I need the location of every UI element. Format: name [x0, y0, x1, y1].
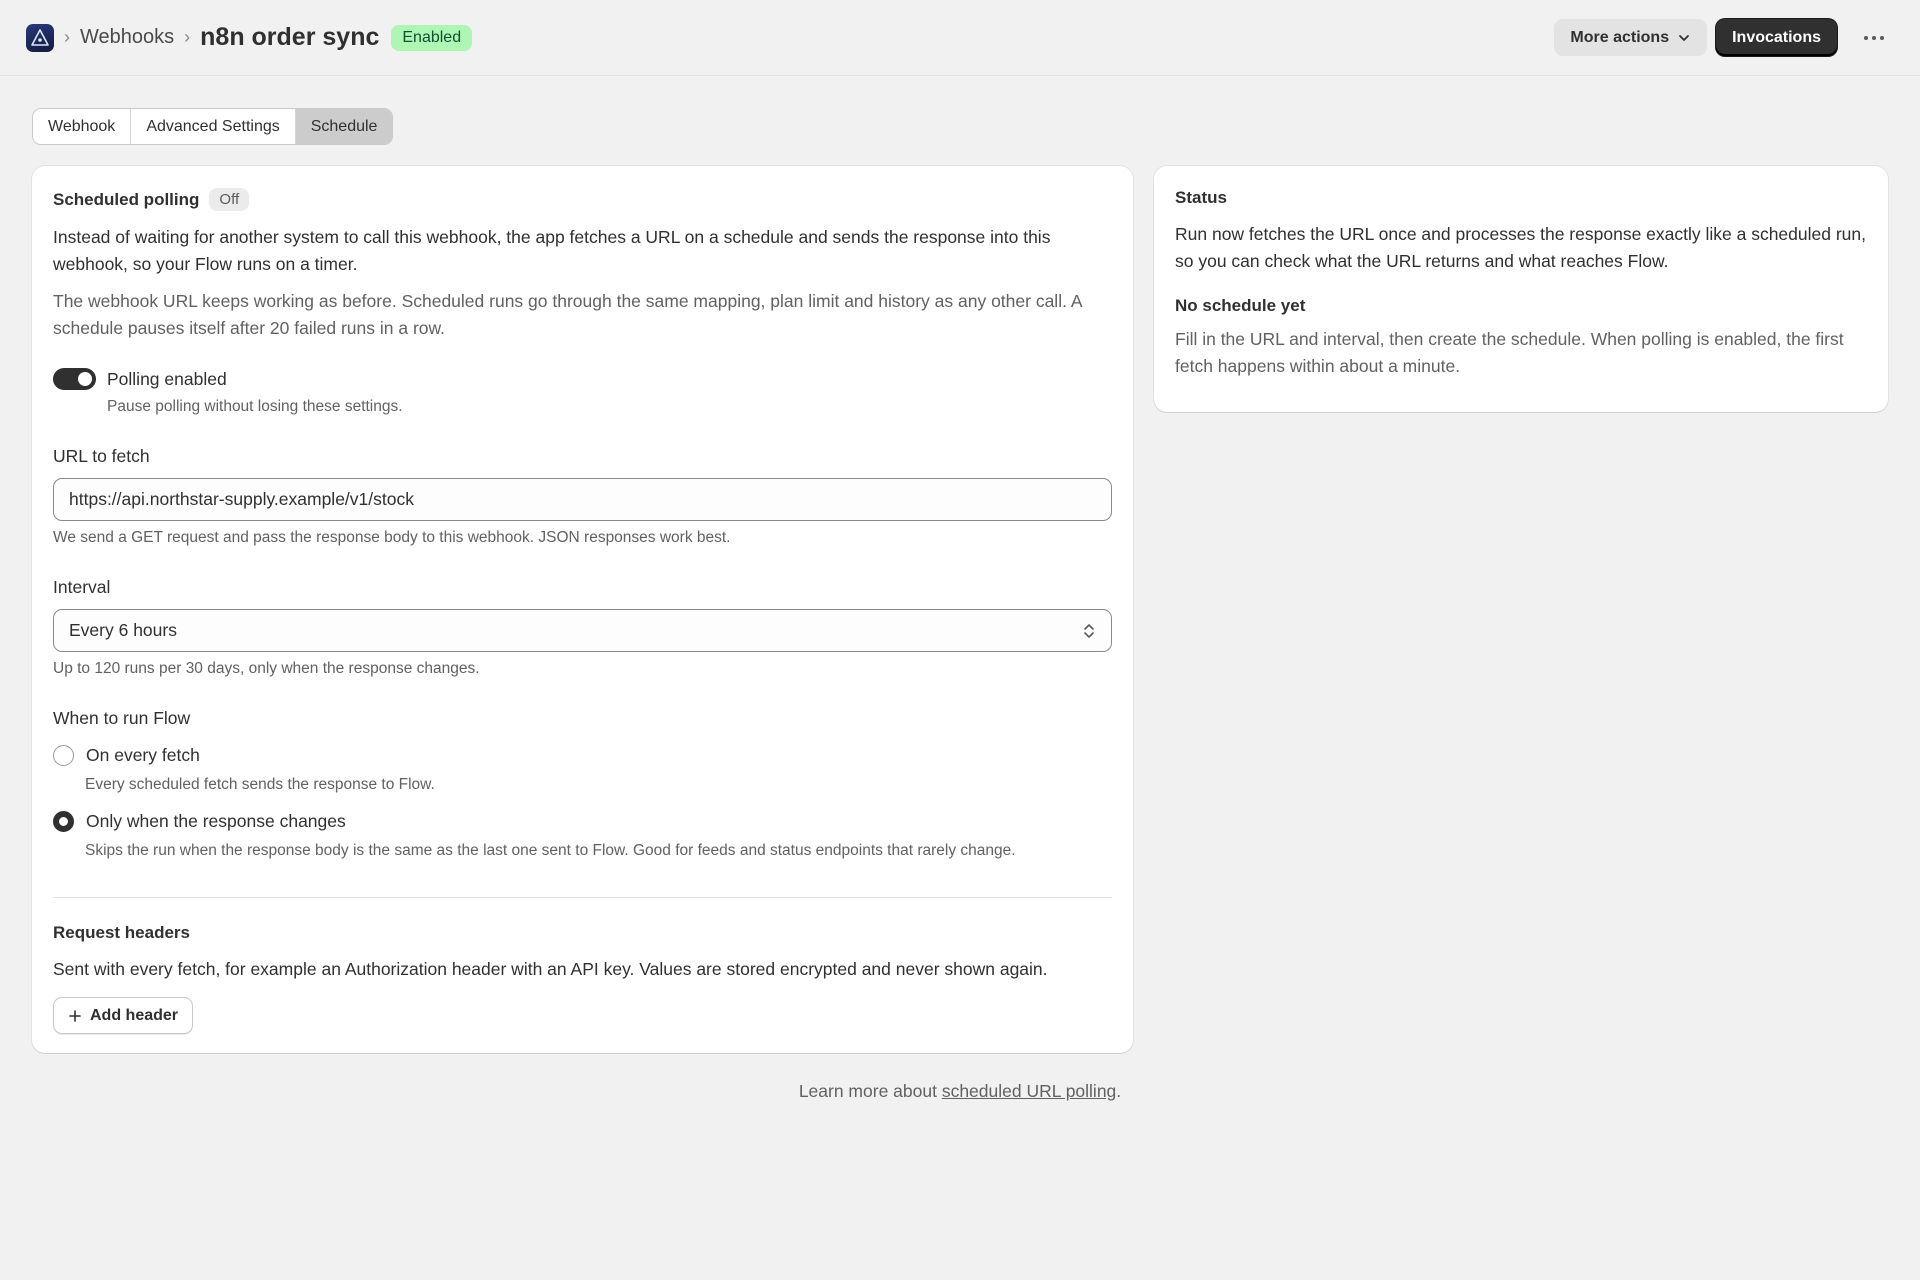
polling-toggle-label: Polling enabled	[107, 368, 227, 389]
intro-text: Instead of waiting for another system to…	[53, 227, 1051, 274]
radio-label-every-fetch: On every fetch	[86, 745, 200, 765]
interval-label: Interval	[53, 577, 111, 597]
breadcrumb-webhooks[interactable]: Webhooks	[80, 26, 174, 49]
more-actions-label: More actions	[1570, 28, 1670, 46]
footer-suffix: .	[1116, 1081, 1122, 1101]
chevron-right-icon: ›	[184, 27, 191, 47]
tab-schedule[interactable]: Schedule	[295, 109, 393, 144]
status-description: Run now fetches the URL once and process…	[1175, 224, 1867, 271]
chevron-right-icon: ›	[64, 27, 70, 47]
top-bar: › Webhooks › n8n order sync Enabled More…	[0, 0, 1920, 76]
add-header-button[interactable]: Add header	[53, 997, 194, 1034]
radio-help-response-changes: Skips the run when the response body is …	[85, 842, 1016, 859]
request-headers-title: Request headers	[53, 923, 190, 942]
interval-help: Up to 120 runs per 30 days, only when th…	[53, 660, 480, 677]
footer-prefix: Learn more about	[798, 1081, 942, 1101]
tab-advanced-settings[interactable]: Advanced Settings	[131, 109, 296, 144]
status-subtitle: No schedule yet	[1175, 296, 1306, 315]
add-header-label: Add header	[90, 1006, 179, 1024]
polling-toggle-help: Pause polling without losing these setti…	[107, 398, 403, 415]
state-pill: Off	[209, 188, 250, 211]
run-flow-label: When to run Flow	[53, 708, 191, 728]
interval-select-value: Every 6 hours	[69, 620, 177, 640]
note-text: The webhook URL keeps working as before.…	[53, 291, 1082, 338]
status-card: Status Run now fetches the URL once and …	[1154, 166, 1888, 412]
learn-more-link[interactable]: scheduled URL polling	[942, 1081, 1116, 1101]
radio-option-every-fetch[interactable]: On every fetch	[53, 745, 1112, 766]
polling-toggle[interactable]	[53, 368, 96, 390]
divider	[53, 897, 1112, 898]
radio-option-response-changes[interactable]: Only when the response changes	[53, 811, 1112, 832]
radio-response-changes[interactable]	[53, 811, 74, 832]
chevron-down-icon	[1679, 34, 1689, 41]
radio-help-every-fetch: Every scheduled fetch sends the response…	[85, 776, 435, 793]
url-help: We send a GET request and pass the respo…	[53, 529, 731, 546]
select-chevron-icon	[1084, 623, 1094, 638]
radio-label-response-changes: Only when the response changes	[86, 811, 346, 831]
tab-bar: Webhook Advanced Settings Schedule	[32, 108, 394, 145]
status-badge: Enabled	[391, 24, 473, 51]
app-logo-icon[interactable]	[26, 23, 54, 52]
plus-icon	[69, 1009, 81, 1022]
page-title: n8n order sync	[200, 23, 380, 51]
card-title: Scheduled polling	[53, 189, 200, 209]
tab-webhook[interactable]: Webhook	[33, 109, 132, 144]
scheduled-polling-card: Scheduled polling Off Instead of waiting…	[32, 166, 1133, 1053]
url-input[interactable]: https://api.northstar-supply.example/v1/…	[53, 478, 1112, 521]
more-actions-button[interactable]: More actions	[1554, 19, 1708, 56]
request-headers-description: Sent with every fetch, for example an Au…	[53, 959, 1048, 979]
status-title: Status	[1175, 188, 1227, 207]
url-label: URL to fetch	[53, 446, 150, 466]
url-input-value: https://api.northstar-supply.example/v1/…	[69, 489, 414, 509]
status-subtext: Fill in the URL and interval, then creat…	[1175, 329, 1844, 376]
ellipsis-icon[interactable]	[1854, 19, 1894, 56]
radio-every-fetch[interactable]	[53, 745, 74, 766]
invocations-button[interactable]: Invocations	[1716, 19, 1837, 56]
interval-select[interactable]: Every 6 hours	[53, 609, 1112, 652]
footer-note: Learn more about scheduled URL polling.	[0, 1081, 1920, 1102]
